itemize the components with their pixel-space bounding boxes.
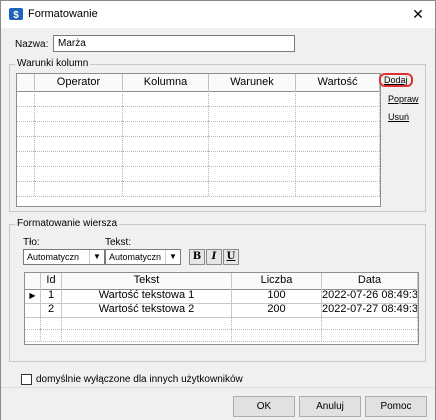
conditions-row[interactable] [17,151,380,167]
add-condition-link[interactable]: Dodaj [379,73,413,87]
preview-grid[interactable]: Id Tekst Liczba Data ▶ 1 Wartość tekstow… [24,272,419,345]
formatting-dialog: $ Formatowanie ✕ Nazwa: Marża Warunki ko… [0,0,436,420]
name-input[interactable]: Marża [53,35,295,52]
ok-button[interactable]: OK [233,396,295,417]
header-value[interactable]: Wartość [296,74,380,91]
header-operator[interactable]: Operator [35,74,123,91]
header-date[interactable]: Data [322,273,418,289]
help-button[interactable]: Pomoc [365,396,427,417]
italic-button[interactable]: I [206,249,222,265]
header-number[interactable]: Liczba [232,273,322,289]
dialog-footer: OK Anuluj Pomoc [1,387,435,420]
preview-header-indicator [25,273,41,289]
chevron-down-icon: ▼ [89,250,104,264]
preview-grid-header: Id Tekst Liczba Data [25,273,418,290]
cell-date[interactable]: 2022-07-26 08:49:3 [322,289,418,303]
cell-id[interactable]: 2 [41,303,62,317]
cancel-button[interactable]: Anuluj [299,396,361,417]
cell-number[interactable]: 100 [232,289,322,303]
empty-row[interactable] [25,329,418,342]
svg-text:$: $ [13,10,19,21]
cell-text[interactable]: Wartość tekstowa 2 [62,303,232,317]
background-color-value: Automatyczn [27,252,80,262]
header-id[interactable]: Id [41,273,62,289]
conditions-row[interactable] [17,121,380,137]
conditions-row[interactable] [17,91,380,107]
conditions-row[interactable] [17,136,380,152]
table-row[interactable]: ▶ 1 Wartość tekstowa 1 100 2022-07-26 08… [25,289,418,304]
conditions-row[interactable] [17,166,380,182]
cell-date[interactable]: 2022-07-27 08:49:3 [322,303,418,317]
text-color-select[interactable]: Automatyczn ▼ [105,249,181,265]
app-icon: $ [9,8,23,21]
delete-condition-link[interactable]: Usuń [388,112,409,122]
window-title: Formatowanie [28,8,98,20]
disabled-for-others-checkbox[interactable] [21,374,32,385]
conditions-header-indicator [17,74,35,91]
cell-number[interactable]: 200 [232,303,322,317]
name-label: Nazwa: [15,39,49,50]
header-condition[interactable]: Warunek [209,74,296,91]
conditions-row[interactable] [17,106,380,122]
header-text[interactable]: Tekst [62,273,232,289]
cell-id[interactable]: 1 [41,289,62,303]
disabled-for-others-label: domyślnie wyłączone dla innych użytkowni… [36,374,243,385]
text-color-label: Tekst: [105,237,132,248]
background-label: Tło: [23,237,40,248]
column-conditions-title: Warunki kolumn [15,58,91,69]
chevron-down-icon: ▼ [165,250,180,264]
row-marker [25,303,41,317]
table-row[interactable]: 2 Wartość tekstowa 2 200 2022-07-27 08:4… [25,303,418,318]
underline-button[interactable]: U [223,249,239,265]
conditions-grid[interactable]: Operator Kolumna Warunek Wartość [16,73,381,207]
row-formatting-title: Formatowanie wiersza [15,218,120,229]
conditions-grid-header: Operator Kolumna Warunek Wartość [17,74,380,92]
text-color-value: Automatyczn [109,252,162,262]
close-icon[interactable]: ✕ [405,3,431,25]
edit-condition-link[interactable]: Popraw [388,94,419,104]
background-color-select[interactable]: Automatyczn ▼ [23,249,105,265]
title-bar: $ Formatowanie ✕ [1,1,435,28]
conditions-row[interactable] [17,181,380,197]
current-row-arrow-icon: ▶ [25,289,41,303]
cell-text[interactable]: Wartość tekstowa 1 [62,289,232,303]
bold-button[interactable]: B [189,249,205,265]
header-column[interactable]: Kolumna [123,74,209,91]
